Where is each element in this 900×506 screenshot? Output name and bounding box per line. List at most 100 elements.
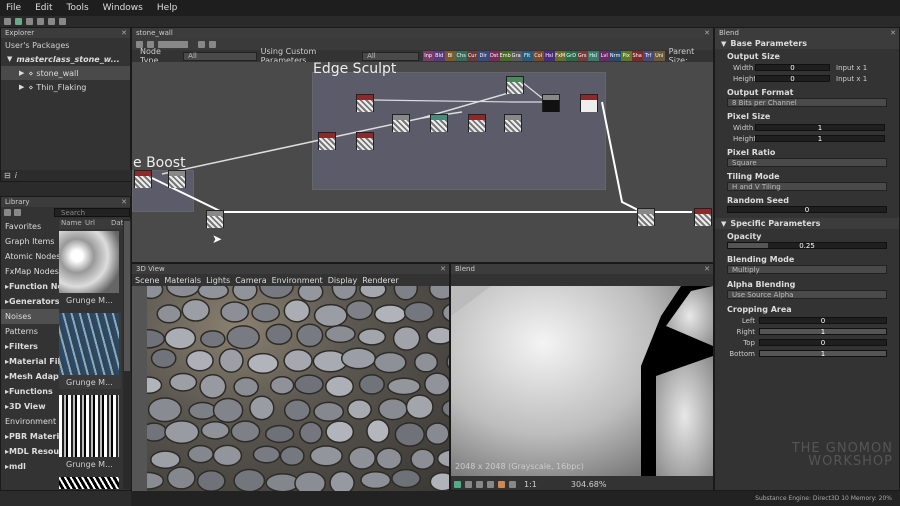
blend-preview[interactable]: 2048 x 2048 (Grayscale, 16bpc) xyxy=(451,286,713,476)
node-filter-tag[interactable]: Gra xyxy=(510,51,522,61)
graph-node[interactable] xyxy=(134,170,152,188)
node-filter-tag[interactable]: Nrm xyxy=(609,51,621,61)
library-tree-item[interactable]: ▸ Function Nodes xyxy=(1,279,59,294)
graph-node[interactable] xyxy=(468,114,486,132)
node-type-dropdown[interactable]: All xyxy=(183,51,257,61)
node-filter-tag[interactable]: Sha xyxy=(631,51,643,61)
library-tree-item[interactable]: ▸ Mesh Adaptive xyxy=(1,369,59,384)
pixel-height-slider[interactable]: 1 xyxy=(755,135,885,143)
graph-node[interactable] xyxy=(694,208,712,226)
channel-icon[interactable] xyxy=(454,480,461,488)
library-thumb[interactable]: Grunge M... xyxy=(59,231,121,307)
view3d-menu-item[interactable]: Environment xyxy=(272,276,323,285)
save-icon[interactable] xyxy=(26,18,33,25)
library-tree-item[interactable]: Favorites xyxy=(1,219,59,234)
node-filter-tag[interactable]: Grs xyxy=(576,51,588,61)
zoom-value[interactable]: 304.68% xyxy=(571,480,607,489)
library-tree-item[interactable]: ▸ Material Filters xyxy=(1,354,59,369)
output-format-dropdown[interactable]: 8 Bits per Channel xyxy=(727,98,887,107)
graph-canvas[interactable]: Edge Sculpt e Boost ➤ xyxy=(132,61,713,262)
histogram-icon[interactable] xyxy=(487,480,494,488)
graph-node[interactable] xyxy=(430,114,448,132)
library-tree-item[interactable]: Atomic Nodes xyxy=(1,249,59,264)
tile-icon[interactable] xyxy=(476,480,483,488)
graph-node[interactable] xyxy=(580,94,598,112)
export-icon[interactable] xyxy=(509,480,516,488)
graph-node[interactable] xyxy=(542,94,560,112)
node-filter-tag[interactable]: Col xyxy=(532,51,544,61)
grunge-thumbnail[interactable] xyxy=(59,477,119,489)
column-name[interactable]: Name xyxy=(59,219,85,229)
view3d-menu-item[interactable]: Display xyxy=(328,276,358,285)
library-thumb[interactable]: Grunge M... xyxy=(59,313,121,389)
new-icon[interactable] xyxy=(4,18,11,25)
random-seed-slider[interactable]: 0 xyxy=(727,206,887,214)
close-icon[interactable]: ✕ xyxy=(890,29,896,37)
open-icon[interactable] xyxy=(15,18,22,25)
menu-tools[interactable]: Tools xyxy=(67,3,89,13)
filter-icon[interactable] xyxy=(14,209,21,216)
opacity-slider[interactable]: 0.25 xyxy=(727,242,887,250)
specific-params-section[interactable]: ▼ Specific Parameters xyxy=(715,218,899,229)
close-icon[interactable]: ✕ xyxy=(440,265,446,273)
base-params-section[interactable]: ▼ Base Parameters xyxy=(715,38,899,49)
menu-windows[interactable]: Windows xyxy=(103,3,143,13)
node-filter-tag[interactable]: GrD xyxy=(565,51,577,61)
grid-icon[interactable] xyxy=(465,480,472,488)
library-tree-item[interactable]: FxMap Nodes xyxy=(1,264,59,279)
color-icon[interactable] xyxy=(498,480,505,488)
graph-node-blend[interactable] xyxy=(637,208,655,226)
node-filter-tag[interactable]: Uni xyxy=(653,51,665,61)
pixel-ratio-dropdown[interactable]: Square xyxy=(727,158,887,167)
library-tree-item[interactable]: Environment xyxy=(1,414,59,429)
search-input[interactable]: Search xyxy=(54,208,130,217)
node-filter-tag[interactable]: Hsl xyxy=(543,51,555,61)
graph-node[interactable] xyxy=(506,76,524,94)
package-item[interactable]: ▼ masterclass_stone_w... xyxy=(1,52,130,66)
collapse-arrow-icon[interactable]: ▼ xyxy=(7,55,12,63)
node-filter-tag[interactable]: Trf xyxy=(642,51,654,61)
tree-item-stone-wall[interactable]: ▶ ⋄ stone_wall xyxy=(1,66,130,80)
view3d-menu-item[interactable]: Materials xyxy=(164,276,201,285)
node-filter-tag[interactable]: Hsl xyxy=(587,51,599,61)
view3d-menu-item[interactable]: Scene xyxy=(135,276,159,285)
camera-icon[interactable] xyxy=(198,40,205,48)
column-url[interactable]: Url xyxy=(85,219,111,229)
expand-arrow-icon[interactable]: ▶ xyxy=(19,83,24,91)
menu-file[interactable]: File xyxy=(6,3,21,13)
save-all-icon[interactable] xyxy=(37,18,44,25)
library-tree-item[interactable]: ▸ PBR Materials xyxy=(1,429,59,444)
blending-mode-dropdown[interactable]: Multiply xyxy=(727,265,887,274)
library-tree-item[interactable]: Graph Items xyxy=(1,234,59,249)
menu-help[interactable]: Help xyxy=(157,3,178,13)
graph-node[interactable] xyxy=(392,114,410,132)
close-icon[interactable]: ✕ xyxy=(704,265,710,273)
info-icon[interactable]: i xyxy=(15,171,17,180)
expand-arrow-icon[interactable]: ▶ xyxy=(19,69,24,77)
tiling-mode-dropdown[interactable]: H and V Tiling xyxy=(727,182,887,191)
stone-wall-render[interactable] xyxy=(147,286,449,491)
library-tree-item[interactable]: ▸ Generators xyxy=(1,294,59,309)
view3d-menu-item[interactable]: Renderer xyxy=(362,276,399,285)
node-filter-tag[interactable]: Inp xyxy=(422,51,434,61)
tree-view-icon[interactable]: ⊟ xyxy=(4,171,11,180)
graph-node[interactable] xyxy=(504,114,522,132)
library-tree-item[interactable]: ▸ 3D View xyxy=(1,399,59,414)
node-filter-tag[interactable]: Dir xyxy=(477,51,489,61)
graph-node[interactable] xyxy=(206,210,224,228)
graph-node[interactable] xyxy=(356,132,374,150)
collapse-icon[interactable]: ▼ xyxy=(721,40,726,48)
scrollbar-thumb[interactable] xyxy=(124,221,130,371)
close-icon[interactable]: ✕ xyxy=(704,29,710,37)
graph-node[interactable] xyxy=(318,132,336,150)
redo-icon[interactable] xyxy=(59,18,66,25)
crop-left-slider[interactable]: 0 xyxy=(759,317,887,325)
pixel-width-slider[interactable]: 1 xyxy=(755,124,885,132)
library-tree-item[interactable]: ▸ Functions xyxy=(1,384,59,399)
node-filter-tag[interactable]: Bl xyxy=(444,51,456,61)
node-filter-tag[interactable]: Cur xyxy=(466,51,478,61)
node-filter-tag[interactable]: Dst xyxy=(488,51,500,61)
library-tree-item[interactable]: ▸ MDL Resources xyxy=(1,444,59,459)
node-filter-tag[interactable]: FxM xyxy=(554,51,566,61)
collapse-icon[interactable]: ▼ xyxy=(721,220,726,228)
